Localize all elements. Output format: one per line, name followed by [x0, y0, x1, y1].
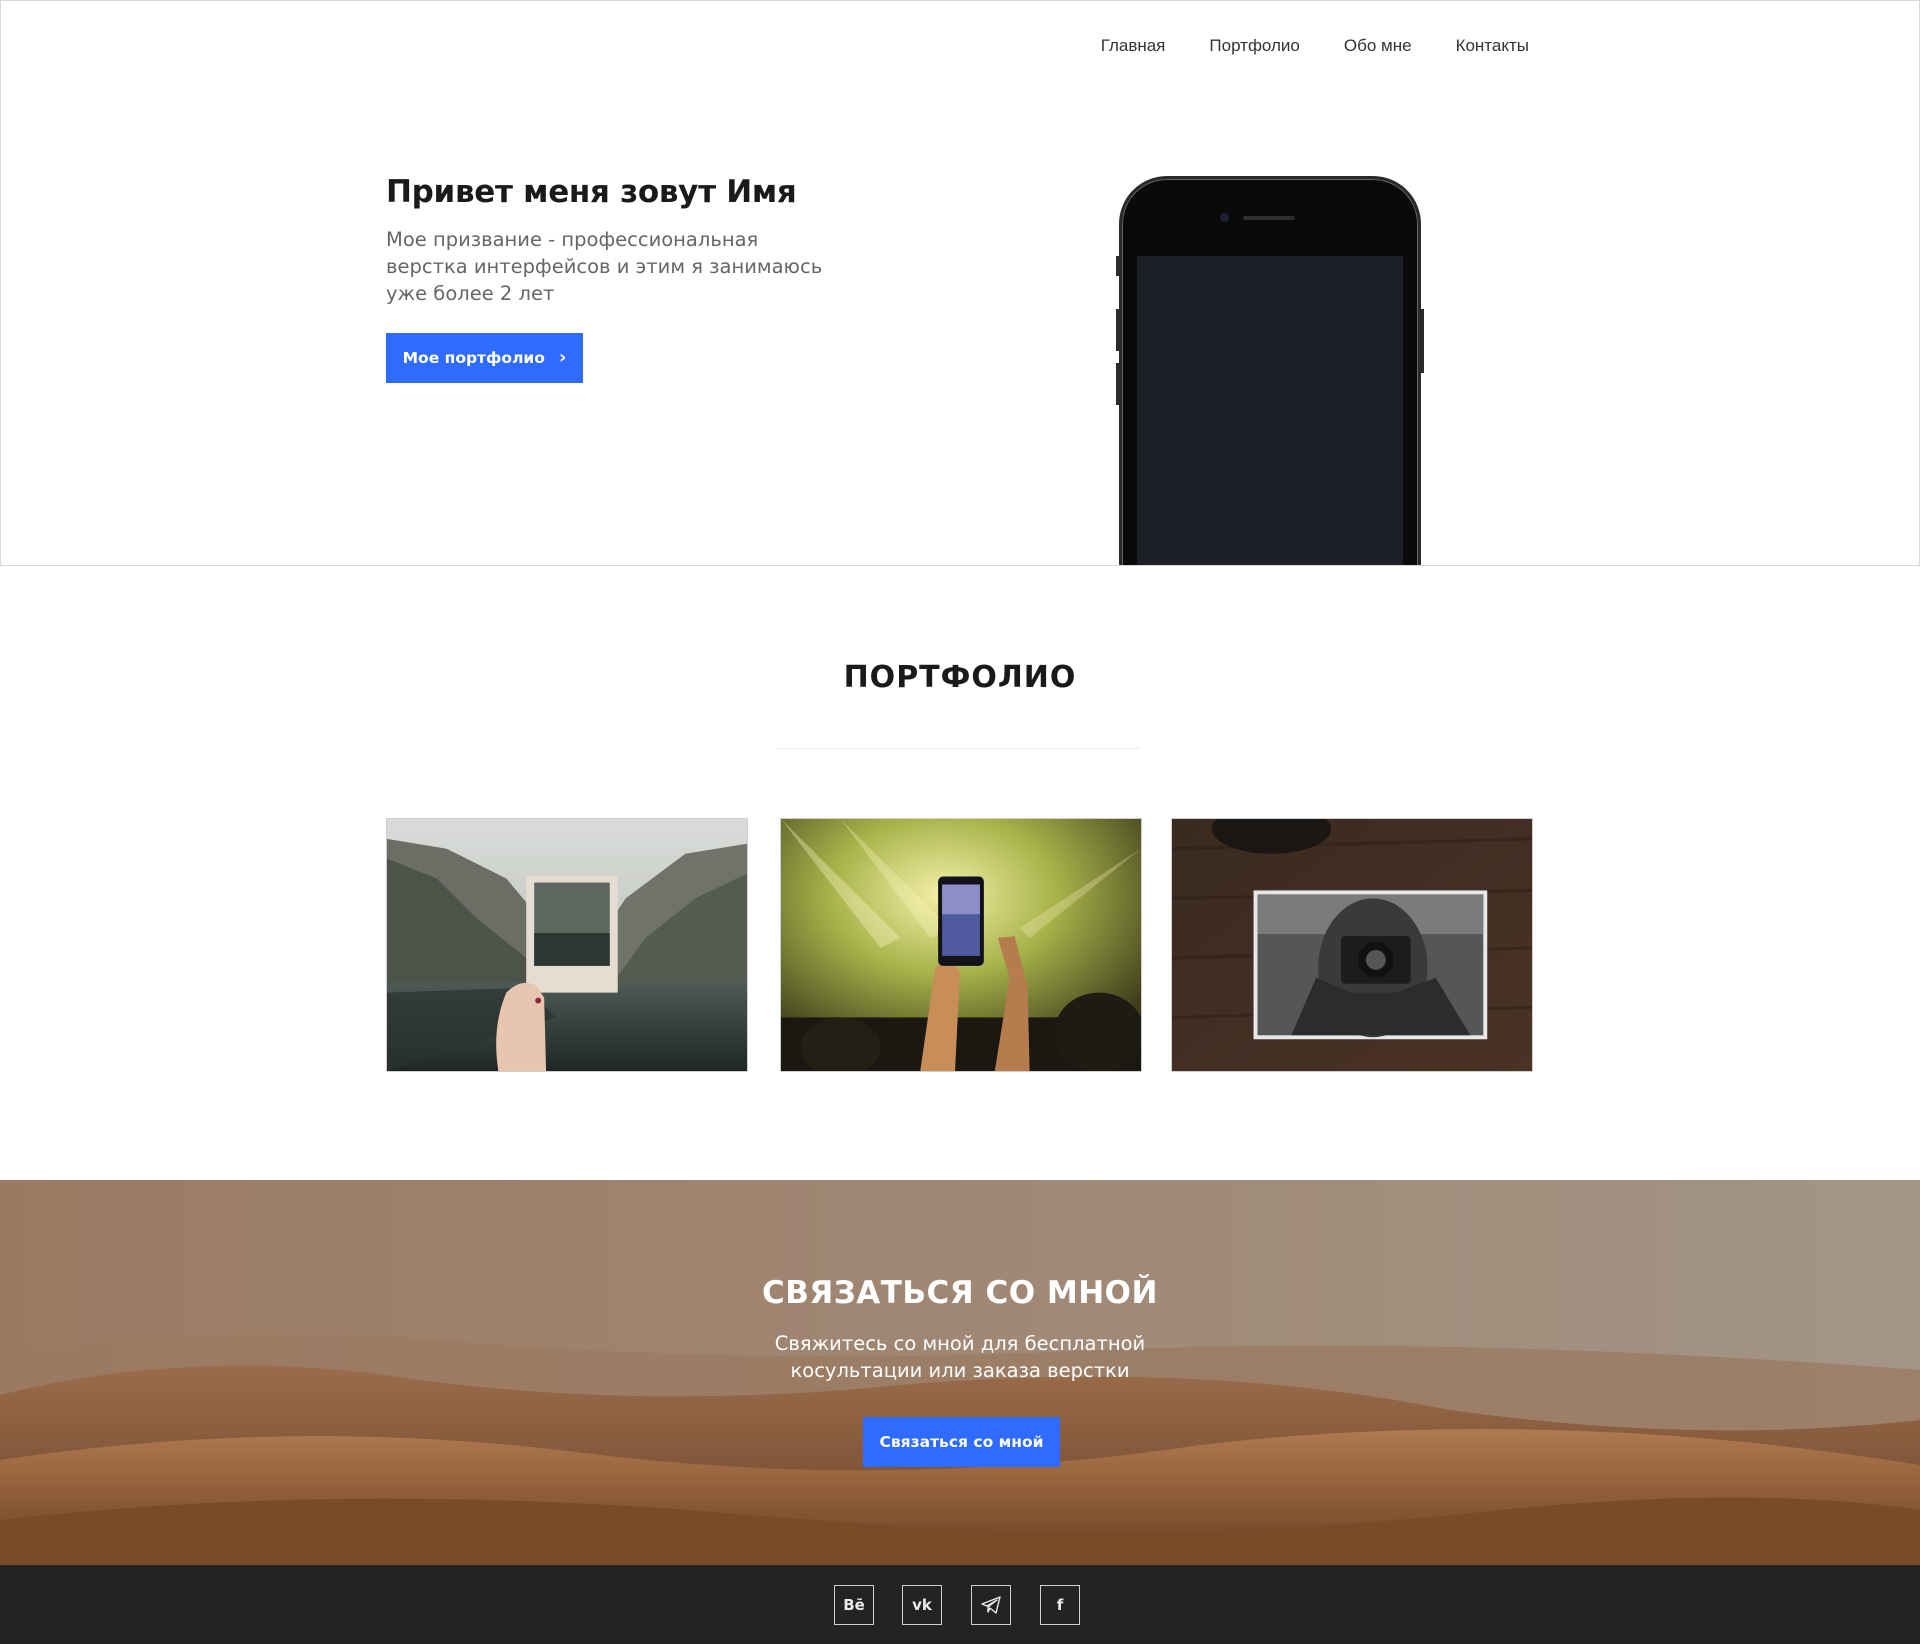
facebook-icon[interactable]: f — [1040, 1585, 1080, 1625]
phone-side-button — [1116, 256, 1120, 276]
phone-side-button — [1420, 309, 1424, 373]
top-nav: Главная Портфолио Обо мне Контакты — [1057, 36, 1529, 56]
nav-item-portfolio[interactable]: Портфолио — [1209, 36, 1299, 56]
hero-text: Привет меня зовут Имя Мое призвание - пр… — [386, 174, 846, 383]
vk-icon[interactable]: vk — [902, 1585, 942, 1625]
photographer-print-photo — [1172, 819, 1532, 1071]
concert-phone-photo — [781, 819, 1141, 1071]
portfolio-item-1[interactable] — [386, 818, 748, 1072]
chevron-right-icon: › — [558, 347, 567, 368]
portfolio-title: ПОРТФОЛИО — [843, 660, 1077, 695]
facebook-label: f — [1056, 1596, 1064, 1614]
polaroid-canyon-photo — [387, 819, 747, 1071]
contact-title: СВЯЗАТЬСЯ СО МНОЙ — [762, 1275, 1158, 1311]
contact-button[interactable]: Связаться со мной — [863, 1417, 1060, 1467]
behance-label: Bē — [843, 1596, 865, 1614]
paper-plane-icon — [981, 1596, 1001, 1614]
iphone-mockup — [1119, 176, 1421, 565]
hero-section: Главная Портфолио Обо мне Контакты Приве… — [0, 0, 1920, 566]
contact-subtitle: Свяжитесь со мной для бесплатной косульт… — [774, 1332, 1146, 1382]
contact-section: СВЯЗАТЬСЯ СО МНОЙ Свяжитесь со мной для … — [0, 1180, 1920, 1565]
portfolio-button-label: Мое портфолио — [402, 349, 545, 367]
speaker-slot — [1243, 216, 1295, 220]
portfolio-item-3[interactable] — [1171, 818, 1533, 1072]
footer: Bē vk f — [0, 1565, 1920, 1644]
nav-item-contacts[interactable]: Контакты — [1456, 36, 1529, 56]
hero-subtitle: Мое призвание - профессиональная верстка… — [386, 228, 823, 305]
phone-side-button — [1116, 363, 1120, 405]
portfolio-item-2[interactable] — [780, 818, 1142, 1072]
nav-item-about[interactable]: Обо мне — [1344, 36, 1412, 56]
vk-label: vk — [912, 1596, 932, 1614]
nav-item-home[interactable]: Главная — [1101, 36, 1166, 56]
divider — [777, 748, 1140, 749]
hero-title: Привет меня зовут Имя — [386, 174, 797, 210]
phone-screen — [1137, 256, 1403, 565]
telegram-icon[interactable] — [971, 1585, 1011, 1625]
behance-icon[interactable]: Bē — [834, 1585, 874, 1625]
portfolio-button[interactable]: Мое портфолио › — [386, 333, 583, 383]
phone-side-button — [1116, 309, 1120, 351]
camera-dot — [1220, 213, 1229, 222]
